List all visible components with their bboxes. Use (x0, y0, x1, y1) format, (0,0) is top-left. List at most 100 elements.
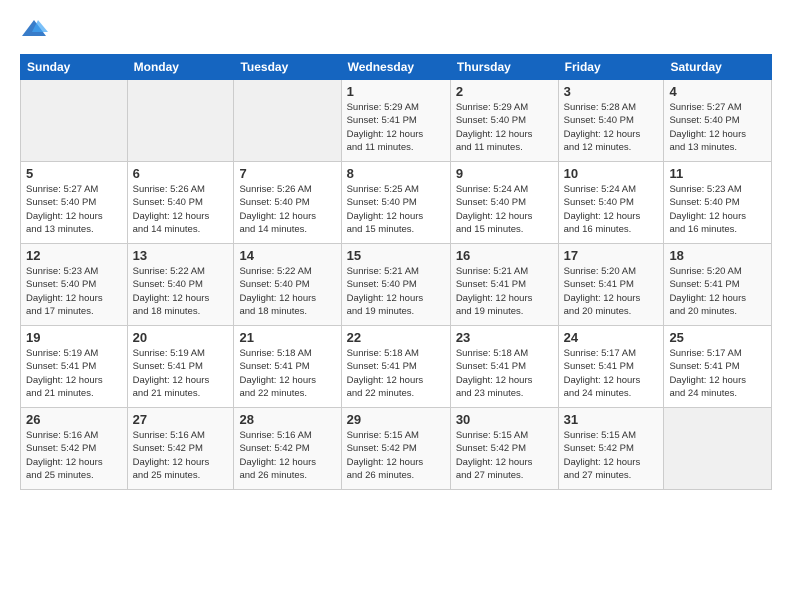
day-info: Sunrise: 5:16 AM Sunset: 5:42 PM Dayligh… (133, 429, 229, 482)
calendar-cell: 17 Sunrise: 5:20 AM Sunset: 5:41 PM Dayli… (558, 244, 664, 326)
calendar-cell (234, 80, 341, 162)
calendar-week-row: 12Sunrise: 5:23 AM Sunset: 5:40 PM Dayli… (21, 244, 772, 326)
day-info: Sunrise: 5:21 AM Sunset: 5:41 PM Dayligh… (456, 265, 553, 318)
day-number: 26 (26, 412, 122, 427)
calendar-cell: 12Sunrise: 5:23 AM Sunset: 5:40 PM Dayli… (21, 244, 128, 326)
day-number: 5 (26, 166, 122, 181)
calendar-cell: 19 Sunrise: 5:19 AM Sunset: 5:41 PM Dayli… (21, 326, 128, 408)
day-of-week-header: Tuesday (234, 55, 341, 80)
day-number: 18 (669, 248, 766, 263)
calendar-cell (21, 80, 128, 162)
day-number: 21 (239, 330, 335, 345)
day-info: Sunrise: 5:19 AM Sunset: 5:41 PM Dayligh… (26, 347, 122, 400)
calendar-cell: 31 Sunrise: 5:15 AM Sunset: 5:42 PM Dayli… (558, 408, 664, 490)
day-info: Sunrise: 5:16 AM Sunset: 5:42 PM Dayligh… (239, 429, 335, 482)
calendar-header-row: SundayMondayTuesdayWednesdayThursdayFrid… (21, 55, 772, 80)
day-number: 30 (456, 412, 553, 427)
day-number: 25 (669, 330, 766, 345)
calendar-cell: 24Sunrise: 5:17 AM Sunset: 5:41 PM Dayli… (558, 326, 664, 408)
day-info: Sunrise: 5:26 AM Sunset: 5:40 PM Dayligh… (239, 183, 335, 236)
day-number: 17 (564, 248, 659, 263)
calendar-cell (127, 80, 234, 162)
calendar-table: SundayMondayTuesdayWednesdayThursdayFrid… (20, 54, 772, 490)
day-number: 20 (133, 330, 229, 345)
day-info: Sunrise: 5:24 AM Sunset: 5:40 PM Dayligh… (564, 183, 659, 236)
day-of-week-header: Saturday (664, 55, 772, 80)
day-info: Sunrise: 5:26 AM Sunset: 5:40 PM Dayligh… (133, 183, 229, 236)
day-number: 13 (133, 248, 229, 263)
day-info: Sunrise: 5:27 AM Sunset: 5:40 PM Dayligh… (669, 101, 766, 154)
page: SundayMondayTuesdayWednesdayThursdayFrid… (0, 0, 792, 612)
calendar-cell: 23 Sunrise: 5:18 AM Sunset: 5:41 PM Dayli… (450, 326, 558, 408)
day-info: Sunrise: 5:28 AM Sunset: 5:40 PM Dayligh… (564, 101, 659, 154)
day-info: Sunrise: 5:20 AM Sunset: 5:41 PM Dayligh… (669, 265, 766, 318)
day-number: 4 (669, 84, 766, 99)
calendar-week-row: 5 Sunrise: 5:27 AM Sunset: 5:40 PM Daylig… (21, 162, 772, 244)
day-number: 16 (456, 248, 553, 263)
day-info: Sunrise: 5:29 AM Sunset: 5:41 PM Dayligh… (347, 101, 445, 154)
day-of-week-header: Thursday (450, 55, 558, 80)
day-info: Sunrise: 5:15 AM Sunset: 5:42 PM Dayligh… (564, 429, 659, 482)
calendar-cell: 14Sunrise: 5:22 AM Sunset: 5:40 PM Dayli… (234, 244, 341, 326)
calendar-cell: 22 Sunrise: 5:18 AM Sunset: 5:41 PM Dayli… (341, 326, 450, 408)
calendar-cell: 28 Sunrise: 5:16 AM Sunset: 5:42 PM Dayli… (234, 408, 341, 490)
day-info: Sunrise: 5:21 AM Sunset: 5:40 PM Dayligh… (347, 265, 445, 318)
calendar-cell: 8Sunrise: 5:25 AM Sunset: 5:40 PM Daylig… (341, 162, 450, 244)
calendar-cell: 2Sunrise: 5:29 AM Sunset: 5:40 PM Daylig… (450, 80, 558, 162)
calendar-week-row: 1 Sunrise: 5:29 AM Sunset: 5:41 PM Daylig… (21, 80, 772, 162)
day-info: Sunrise: 5:22 AM Sunset: 5:40 PM Dayligh… (133, 265, 229, 318)
day-number: 15 (347, 248, 445, 263)
calendar-week-row: 19 Sunrise: 5:19 AM Sunset: 5:41 PM Dayli… (21, 326, 772, 408)
day-number: 28 (239, 412, 335, 427)
day-info: Sunrise: 5:15 AM Sunset: 5:42 PM Dayligh… (347, 429, 445, 482)
day-number: 3 (564, 84, 659, 99)
day-number: 14 (239, 248, 335, 263)
day-number: 19 (26, 330, 122, 345)
day-info: Sunrise: 5:27 AM Sunset: 5:40 PM Dayligh… (26, 183, 122, 236)
calendar-cell: 16 Sunrise: 5:21 AM Sunset: 5:41 PM Dayli… (450, 244, 558, 326)
day-info: Sunrise: 5:23 AM Sunset: 5:40 PM Dayligh… (669, 183, 766, 236)
day-of-week-header: Monday (127, 55, 234, 80)
day-number: 31 (564, 412, 659, 427)
calendar-cell: 11 Sunrise: 5:23 AM Sunset: 5:40 PM Dayli… (664, 162, 772, 244)
calendar-cell: 9Sunrise: 5:24 AM Sunset: 5:40 PM Daylig… (450, 162, 558, 244)
day-number: 22 (347, 330, 445, 345)
calendar-cell: 26Sunrise: 5:16 AM Sunset: 5:42 PM Dayli… (21, 408, 128, 490)
day-info: Sunrise: 5:17 AM Sunset: 5:41 PM Dayligh… (669, 347, 766, 400)
calendar-cell (664, 408, 772, 490)
logo-icon (20, 16, 48, 44)
day-number: 10 (564, 166, 659, 181)
calendar-cell: 7Sunrise: 5:26 AM Sunset: 5:40 PM Daylig… (234, 162, 341, 244)
day-of-week-header: Wednesday (341, 55, 450, 80)
day-number: 1 (347, 84, 445, 99)
day-info: Sunrise: 5:15 AM Sunset: 5:42 PM Dayligh… (456, 429, 553, 482)
header (20, 16, 772, 44)
day-number: 11 (669, 166, 766, 181)
calendar-cell: 30 Sunrise: 5:15 AM Sunset: 5:42 PM Dayli… (450, 408, 558, 490)
day-number: 27 (133, 412, 229, 427)
day-info: Sunrise: 5:18 AM Sunset: 5:41 PM Dayligh… (347, 347, 445, 400)
calendar-cell: 4 Sunrise: 5:27 AM Sunset: 5:40 PM Daylig… (664, 80, 772, 162)
day-number: 23 (456, 330, 553, 345)
calendar-cell: 27 Sunrise: 5:16 AM Sunset: 5:42 PM Dayli… (127, 408, 234, 490)
calendar-cell: 29 Sunrise: 5:15 AM Sunset: 5:42 PM Dayli… (341, 408, 450, 490)
day-info: Sunrise: 5:19 AM Sunset: 5:41 PM Dayligh… (133, 347, 229, 400)
day-info: Sunrise: 5:23 AM Sunset: 5:40 PM Dayligh… (26, 265, 122, 318)
day-of-week-header: Sunday (21, 55, 128, 80)
day-info: Sunrise: 5:18 AM Sunset: 5:41 PM Dayligh… (239, 347, 335, 400)
day-info: Sunrise: 5:20 AM Sunset: 5:41 PM Dayligh… (564, 265, 659, 318)
day-info: Sunrise: 5:25 AM Sunset: 5:40 PM Dayligh… (347, 183, 445, 236)
calendar-week-row: 26 Sunrise: 5:16 AM Sunset: 5:42 PM Dayli… (21, 408, 772, 490)
day-info: Sunrise: 5:18 AM Sunset: 5:41 PM Dayligh… (456, 347, 553, 400)
day-number: 9 (456, 166, 553, 181)
day-info: Sunrise: 5:29 AM Sunset: 5:40 PM Dayligh… (456, 101, 553, 154)
day-number: 29 (347, 412, 445, 427)
calendar-cell: 25 Sunrise: 5:17 AM Sunset: 5:41 PM Dayli… (664, 326, 772, 408)
calendar-cell: 18 Sunrise: 5:20 AM Sunset: 5:41 PM Dayli… (664, 244, 772, 326)
calendar-cell: 10 Sunrise: 5:24 AM Sunset: 5:40 PM Dayli… (558, 162, 664, 244)
logo (20, 16, 52, 44)
calendar-cell: 13 Sunrise: 5:22 AM Sunset: 5:40 PM Dayli… (127, 244, 234, 326)
day-number: 24 (564, 330, 659, 345)
day-of-week-header: Friday (558, 55, 664, 80)
calendar-cell: 21 Sunrise: 5:18 AM Sunset: 5:41 PM Dayli… (234, 326, 341, 408)
